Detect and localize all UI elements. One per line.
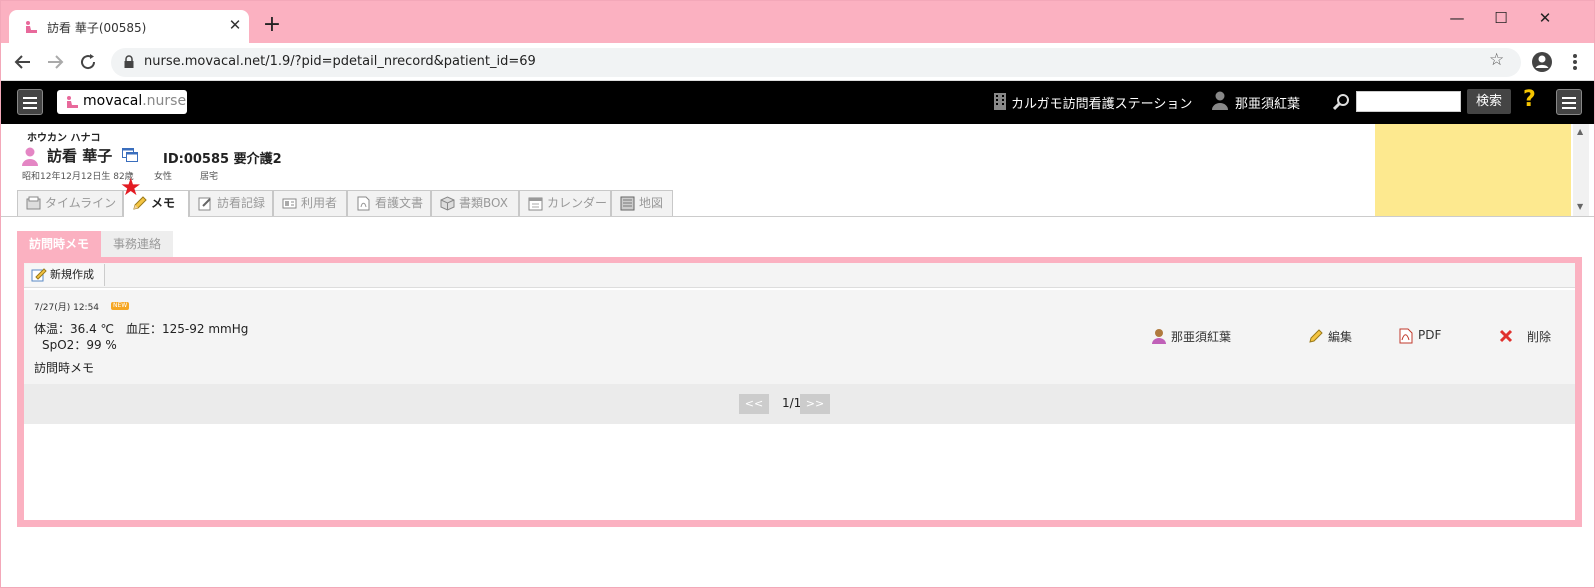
new-edit-icon: [31, 268, 47, 282]
user-name[interactable]: 那亜須紅葉: [1235, 93, 1300, 112]
building-icon: [994, 93, 1006, 110]
memo-panel: 新規作成 7/27(月) 12:54 NEW 体温：36.4 ℃ 血圧：125-…: [17, 257, 1582, 527]
patient-name: 訪看 華子: [47, 147, 113, 165]
record-title: 訪問時メモ: [34, 361, 95, 375]
box-icon: [440, 196, 455, 211]
url-text: nurse.movacal.net/1.9/?pid=pdetail_nreco…: [144, 54, 536, 69]
record-datetime: 7/27(月) 12:54: [34, 303, 100, 313]
browser-toolbar: nurse.movacal.net/1.9/?pid=pdetail_nreco…: [1, 43, 1594, 81]
movacal-favicon-icon: [26, 21, 37, 33]
calendar-icon: [528, 197, 543, 211]
memo-record: 7/27(月) 12:54 NEW 体温：36.4 ℃ 血圧：125-92 mm…: [24, 290, 1575, 384]
tab-calendar[interactable]: カレンダー: [519, 190, 611, 216]
female-patient-icon: [22, 147, 38, 166]
app-logo[interactable]: movacal.nurse: [57, 90, 187, 114]
logo-text: movacal.nurse: [83, 93, 187, 109]
tab-visit-memo[interactable]: 訪問時メモ: [17, 231, 101, 257]
forward-arrow-icon[interactable]: [43, 50, 67, 74]
id-card-icon: [282, 198, 297, 209]
record-edit-icon: [198, 197, 211, 211]
tab-nursing-docs[interactable]: 看護文書: [347, 190, 431, 216]
sticky-note-panel: [1375, 124, 1571, 216]
memo-content: 新規作成 7/27(月) 12:54 NEW 体温：36.4 ℃ 血圧：125-…: [24, 263, 1575, 520]
pencil-icon: [1309, 329, 1323, 343]
back-arrow-icon[interactable]: [11, 50, 35, 74]
tab-title: 訪看 華子(00585): [47, 21, 147, 35]
delete-x-icon: [1499, 329, 1513, 343]
record-spo2: SpO2：99 %: [42, 338, 117, 352]
pdf-icon: [1399, 328, 1413, 344]
close-window-button[interactable]: ✕: [1525, 5, 1565, 31]
browser-window: 訪看 華子(00585) ✕ + — ☐ ✕ nurse.movacal.net…: [0, 0, 1595, 588]
tab-strip: 訪看 華子(00585) ✕ + — ☐ ✕: [1, 1, 1594, 43]
browser-tab[interactable]: 訪看 華子(00585) ✕: [9, 10, 249, 43]
address-bar[interactable]: nurse.movacal.net/1.9/?pid=pdetail_nreco…: [111, 48, 1521, 77]
search-button[interactable]: 検索: [1467, 89, 1511, 114]
pdf-doc-icon: [357, 196, 370, 211]
record-vitals: 体温：36.4 ℃ 血圧：125-92 mmHg: [34, 322, 249, 336]
patient-info: ホウカン ハナコ 訪看 華子 ID:00585 要介護2 昭和12年12月12日…: [1, 124, 1594, 217]
tab-visit-record[interactable]: 訪看記録: [189, 190, 273, 216]
right-menu-icon[interactable]: [1556, 89, 1582, 115]
prev-page-button[interactable]: <<: [739, 394, 769, 414]
left-menu-icon[interactable]: [17, 89, 43, 115]
reload-icon[interactable]: [76, 50, 100, 74]
lock-icon: [124, 55, 134, 68]
new-memo-button[interactable]: 新規作成: [25, 264, 105, 286]
bookmark-star-icon[interactable]: ☆: [1489, 50, 1504, 70]
nurse-user-icon: [1152, 329, 1166, 344]
tab-document-box[interactable]: 書類BOX: [431, 190, 519, 216]
new-badge: NEW: [111, 302, 130, 310]
new-tab-button[interactable]: +: [260, 13, 284, 37]
station-name[interactable]: カルガモ訪問看護ステーション: [1011, 93, 1192, 112]
pagination: << 1/1 >>: [24, 384, 1575, 424]
tab-timeline[interactable]: タイムライン: [17, 190, 123, 216]
next-page-button[interactable]: >>: [800, 394, 830, 414]
memo-toolbar: 新規作成: [24, 263, 1575, 288]
tab-user[interactable]: 利用者: [273, 190, 347, 216]
page-indicator: 1/1: [782, 396, 802, 410]
patient-id: ID:00585 要介護2: [163, 152, 282, 167]
patient-birth: 昭和12年12月12日生 82歳: [22, 172, 134, 182]
patient-kana: ホウカン ハナコ: [27, 133, 101, 144]
patient-residence: 居宅: [200, 172, 219, 182]
logo-mark-icon: [67, 96, 78, 108]
minimize-button[interactable]: —: [1437, 5, 1477, 31]
red-star-icon: ★: [120, 173, 142, 201]
browser-menu-icon[interactable]: [1567, 49, 1583, 75]
help-icon[interactable]: ?: [1523, 87, 1536, 112]
timeline-icon: [26, 196, 41, 210]
popup-window-icon[interactable]: [122, 148, 138, 162]
patient-sex: 女性: [154, 172, 173, 182]
map-icon: [620, 196, 635, 211]
info-scrollbar[interactable]: ▲ ▼: [1573, 124, 1589, 216]
search-icon: [1333, 94, 1349, 111]
profile-icon[interactable]: [1531, 51, 1553, 73]
search-input[interactable]: [1356, 91, 1461, 112]
tab-map[interactable]: 地図: [611, 190, 673, 216]
tab-close-icon[interactable]: ✕: [225, 15, 245, 35]
tab-office-contact[interactable]: 事務連絡: [101, 231, 173, 257]
app-header: movacal.nurse カルガモ訪問看護ステーション 那亜須紅葉 検索 ?: [1, 81, 1594, 124]
user-icon: [1212, 91, 1228, 110]
maximize-button[interactable]: ☐: [1481, 5, 1521, 31]
